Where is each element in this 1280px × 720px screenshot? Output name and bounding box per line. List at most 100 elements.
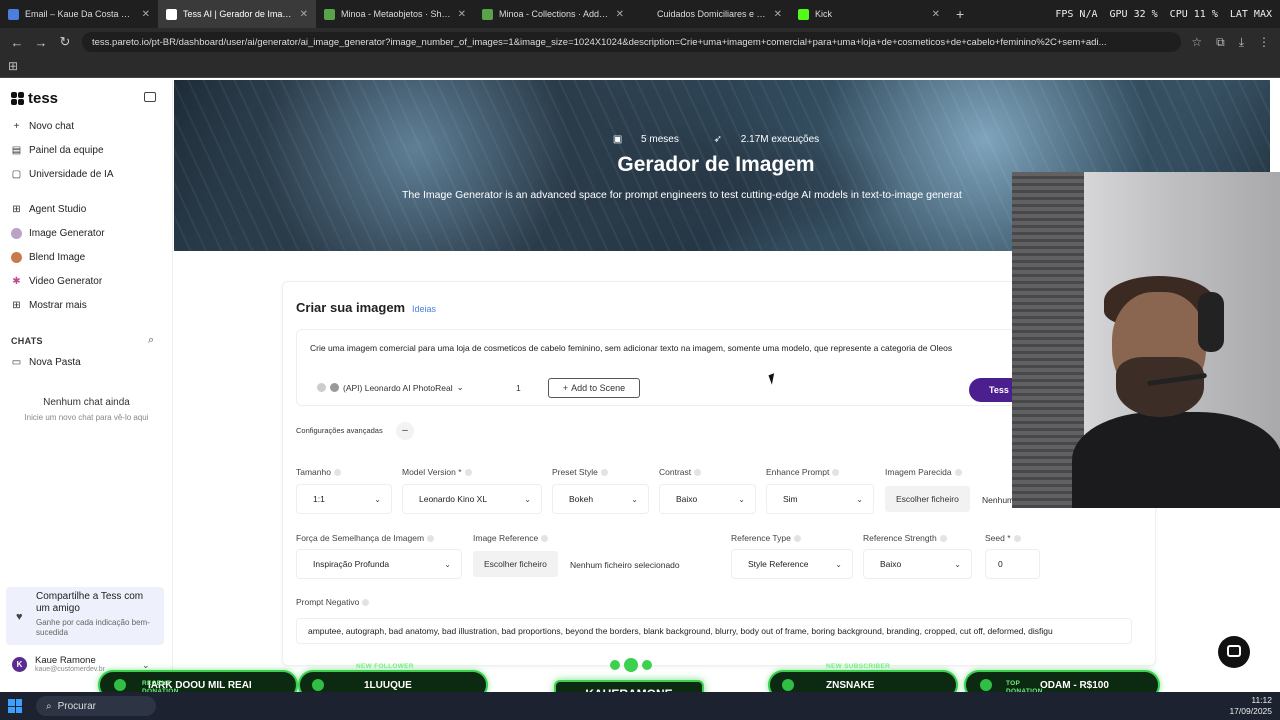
negative-prompt-input[interactable]: amputee, autograph, bad anatomy, bad ill… bbox=[296, 618, 1132, 644]
chevron-down-icon: ⌄ bbox=[456, 382, 464, 392]
new-folder-button[interactable]: ▭ Nova Pasta bbox=[11, 357, 81, 368]
tab-tess[interactable]: Tess AI | Gerador de Imagem ✕ bbox=[158, 0, 316, 28]
windows-start-icon[interactable] bbox=[8, 699, 22, 713]
sidebar-item-team-panel[interactable]: ▤ Painel da equipe bbox=[11, 145, 104, 156]
hero-stats: ▣ 5 meses ➶ 2.17M execuções bbox=[174, 134, 1258, 145]
chevron-down-icon: ⌄ bbox=[835, 559, 842, 569]
apps-icon[interactable]: ⊞ bbox=[8, 59, 18, 73]
new-tab-button[interactable]: + bbox=[948, 6, 972, 22]
reference-strength-select[interactable]: Baixo ⌄ bbox=[863, 549, 972, 579]
advanced-settings-toggle[interactable]: – bbox=[396, 422, 414, 440]
sidebar-item-video-generator[interactable]: ✱ Video Generator bbox=[11, 276, 102, 287]
kick-icon bbox=[798, 8, 809, 20]
sidebar-item-blend-image[interactable]: Blend Image bbox=[11, 252, 85, 263]
url-input[interactable]: tess.pareto.io/pt-BR/dashboard/user/ai/g… bbox=[82, 32, 1182, 52]
extensions-icon[interactable]: ⧉ bbox=[1216, 35, 1225, 50]
sidebar-item-ai-university[interactable]: ▢ Universidade de IA bbox=[11, 169, 114, 180]
image-count-input[interactable]: 1 bbox=[516, 383, 521, 393]
book-icon: ▢ bbox=[11, 169, 22, 180]
similar-image-label: Imagem Parecida bbox=[885, 467, 962, 477]
preset-style-select[interactable]: Bokeh ⌄ bbox=[552, 484, 649, 514]
avatar: K bbox=[12, 656, 27, 672]
model-version-select[interactable]: Leonardo Kino XL ⌄ bbox=[402, 484, 542, 514]
plus-icon: + bbox=[562, 383, 569, 393]
seed-input[interactable]: 0 bbox=[985, 549, 1040, 579]
empty-chats-title: Nenhum chat ainda bbox=[43, 397, 130, 408]
enhance-prompt-select[interactable]: Sim ⌄ bbox=[766, 484, 874, 514]
support-chat-button[interactable] bbox=[1218, 636, 1250, 668]
image-strength-select[interactable]: Inspiração Profunda ⌄ bbox=[296, 549, 462, 579]
tess-logo[interactable]: tess bbox=[11, 90, 58, 107]
sidebar-item-agent-studio[interactable]: ⊞ Agent Studio bbox=[11, 204, 86, 215]
donation-icon bbox=[114, 679, 126, 691]
system-clock[interactable]: 11:12 17/09/2025 bbox=[1229, 695, 1272, 717]
size-select[interactable]: 1:1 ⌄ bbox=[296, 484, 392, 514]
contrast-select[interactable]: Baixo ⌄ bbox=[659, 484, 756, 514]
video-icon: ✱ bbox=[12, 276, 21, 287]
plus-icon: + bbox=[13, 121, 20, 132]
folder-icon: ▭ bbox=[11, 357, 22, 368]
reload-icon[interactable]: ↻ bbox=[58, 34, 72, 50]
advanced-settings-label: Configurações avançadas bbox=[296, 426, 383, 435]
close-icon[interactable]: ✕ bbox=[774, 9, 782, 20]
close-icon[interactable]: ✕ bbox=[142, 9, 150, 20]
page-icon bbox=[640, 8, 651, 20]
sidebar-item-show-more[interactable]: ⊞ Mostrar mais bbox=[11, 300, 87, 311]
help-icon bbox=[464, 468, 472, 476]
user-menu[interactable]: K Kaue Ramone kaue@customerdev.br bbox=[12, 655, 105, 673]
menu-icon[interactable]: ⋮ bbox=[1258, 35, 1270, 50]
add-to-scene-button[interactable]: + Add to Scene bbox=[548, 378, 640, 398]
prompt-input[interactable]: Crie uma imagem comercial para uma loja … bbox=[310, 343, 952, 353]
close-icon[interactable]: ✕ bbox=[616, 9, 624, 20]
tess-logo-icon bbox=[11, 92, 24, 105]
webcam-overlay bbox=[1012, 172, 1280, 508]
referral-icon: ♥ bbox=[16, 611, 23, 623]
box-icon: ▣ bbox=[612, 134, 626, 145]
ideas-link[interactable]: Ideias bbox=[412, 304, 436, 314]
search-icon[interactable]: ⌕ bbox=[148, 334, 154, 347]
chevron-down-icon: ⌄ bbox=[738, 494, 745, 504]
image-strength-label: Força de Semelhança de Imagem bbox=[296, 533, 435, 543]
tab-shopify-collections[interactable]: Minoa - Collections · Add collec✕ bbox=[474, 0, 632, 28]
help-icon bbox=[832, 468, 840, 476]
tab-kick[interactable]: Kick ✕ bbox=[790, 0, 948, 28]
back-icon[interactable]: ← bbox=[10, 35, 24, 50]
sidebar-item-image-generator[interactable]: Image Generator bbox=[11, 228, 105, 239]
close-icon[interactable]: ✕ bbox=[932, 9, 940, 20]
share-referral-card[interactable]: ♥ Compartilhe a Tess com um amigo Ganhe … bbox=[6, 587, 164, 645]
forward-icon[interactable]: → bbox=[34, 35, 48, 50]
browser-tools: ☆ ⧉ ⤓ ⋮ bbox=[1191, 35, 1270, 50]
chevron-down-icon: ⌄ bbox=[954, 559, 961, 569]
negative-prompt-label: Prompt Negativo bbox=[296, 597, 370, 607]
star-icon[interactable]: ☆ bbox=[1191, 35, 1202, 50]
taskbar-search[interactable]: ⌕ Procurar bbox=[36, 696, 156, 716]
card-title: Criar sua imagem bbox=[296, 300, 406, 315]
chevron-down-icon: ⌄ bbox=[856, 494, 863, 504]
chevron-down-icon: ⌄ bbox=[374, 494, 381, 504]
page-description: The Image Generator is an advanced space… bbox=[402, 189, 962, 201]
download-icon[interactable]: ⤓ bbox=[1239, 35, 1244, 50]
chat-icon bbox=[1227, 645, 1241, 657]
tab-email[interactable]: Email – Kaue Da Costa Pacheco✕ bbox=[0, 0, 158, 28]
help-icon bbox=[362, 598, 370, 606]
help-icon bbox=[954, 468, 962, 476]
chats-heading: CHATS bbox=[11, 336, 43, 346]
similar-image-file-button[interactable]: Escolher ficheiro bbox=[885, 486, 970, 512]
close-icon[interactable]: ✕ bbox=[300, 9, 308, 20]
close-icon[interactable]: ✕ bbox=[458, 9, 466, 20]
reference-type-select[interactable]: Style Reference ⌄ bbox=[731, 549, 853, 579]
collapse-sidebar-icon[interactable] bbox=[144, 92, 156, 102]
empty-chats-subtitle: Inicie um novo chat para vê-lo aqui bbox=[24, 413, 149, 422]
sidebar-item-new-chat[interactable]: + Novo chat bbox=[11, 121, 74, 132]
help-icon bbox=[694, 468, 702, 476]
tab-cuidados[interactable]: Cuidados Domiciliares e Profiss✕ bbox=[632, 0, 790, 28]
chevron-down-icon: ⌄ bbox=[444, 559, 451, 569]
tab-shopify-metaobjects[interactable]: Minoa - Metaobjetos · Shopify ✕ bbox=[316, 0, 474, 28]
model-select[interactable]: (API) Leonardo AI PhotoReal ⌄ bbox=[317, 382, 464, 393]
help-icon bbox=[541, 534, 549, 542]
help-icon bbox=[939, 534, 947, 542]
reference-type-label: Reference Type bbox=[731, 533, 801, 543]
follower-icon bbox=[312, 679, 324, 691]
reference-strength-label: Reference Strength bbox=[863, 533, 947, 543]
image-reference-file-button[interactable]: Escolher ficheiro bbox=[473, 551, 558, 577]
